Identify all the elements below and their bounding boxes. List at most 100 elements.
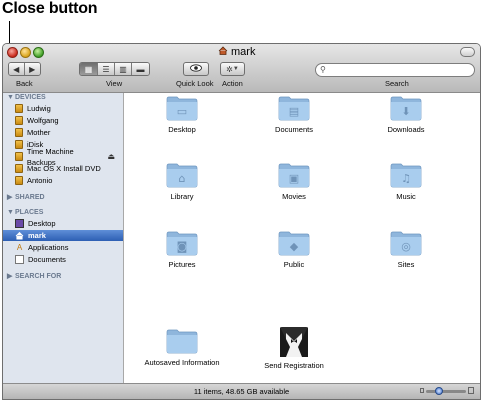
icon-view-button[interactable]: ▦	[80, 63, 98, 75]
sidebar-item-mark[interactable]: mark	[3, 230, 123, 241]
folder-label: Autosaved Information	[144, 358, 220, 367]
folder-item[interactable]: Autosaved Information	[132, 327, 232, 367]
folder-item[interactable]: ◆ Public	[254, 229, 334, 269]
column-view-button[interactable]: ▥	[115, 63, 132, 75]
sidebar-section-shared[interactable]: ▶ SHARED	[7, 193, 45, 201]
disclosure-triangle-icon: ▼	[7, 94, 14, 101]
quick-look-button[interactable]	[183, 62, 209, 76]
large-icon-size-icon	[468, 387, 474, 394]
folder-label: Sites	[397, 260, 415, 269]
close-button[interactable]	[7, 47, 18, 58]
view-mode-control: ▦ ☰ ▥ ▬	[79, 62, 150, 76]
back-button[interactable]: ◀	[9, 63, 25, 75]
forward-button[interactable]: ▶	[24, 63, 40, 75]
folder-label: Downloads	[387, 125, 425, 134]
sidebar-section-devices[interactable]: ▼DEVICES	[7, 94, 46, 101]
disclosure-triangle-icon: ▼	[7, 209, 14, 216]
folder-label: Movies	[282, 192, 306, 201]
coverflow-view-button[interactable]: ▬	[132, 63, 149, 75]
music-folder-icon: ♫	[366, 161, 446, 188]
title-bar: mark ◀ ▶ Back ▦ ☰ ▥ ▬ View Quick Look ✲ ▼…	[3, 44, 480, 93]
disclosure-triangle-icon: ▶	[7, 273, 13, 280]
window-title: mark	[218, 45, 255, 59]
folder-item[interactable]: ⌂ Library	[142, 161, 222, 201]
back-label: Back	[16, 79, 33, 88]
folder-label: Music	[396, 192, 416, 201]
sidebar-item-antonio[interactable]: Antonio	[15, 175, 119, 186]
svg-text:▣: ▣	[289, 172, 299, 185]
sidebar-section-search-for[interactable]: ▶ SEARCH FOR	[7, 272, 61, 280]
document-icon	[15, 255, 24, 264]
library-folder-icon: ⌂	[142, 161, 222, 188]
eye-icon	[190, 64, 202, 74]
folder-item[interactable]: ▭ Desktop	[142, 94, 222, 134]
home-icon	[15, 231, 24, 240]
slider-knob[interactable]	[435, 387, 443, 395]
folder-item[interactable]: ♫ Music	[366, 161, 446, 201]
sidebar-item-wolfgang[interactable]: Wolfgang	[15, 115, 119, 126]
desktop-icon	[15, 219, 24, 228]
svg-text:⌂: ⌂	[179, 172, 186, 185]
disclosure-triangle-icon: ▶	[7, 194, 13, 201]
icon-size-slider[interactable]	[420, 387, 474, 395]
small-icon-size-icon	[420, 388, 424, 393]
finder-window: mark ◀ ▶ Back ▦ ☰ ▥ ▬ View Quick Look ✲ ▼…	[2, 43, 481, 400]
pictures-folder-icon: ◙	[142, 229, 222, 256]
folder-label: Send Registration	[264, 361, 324, 370]
search-input[interactable]: ⚲	[315, 63, 475, 77]
search-icon: ⚲	[320, 65, 326, 74]
minimize-button[interactable]	[20, 47, 31, 58]
svg-text:♫: ♫	[401, 172, 411, 185]
folder-item[interactable]: ▤ Documents	[254, 94, 334, 134]
svg-text:◎: ◎	[401, 240, 411, 253]
icon-view-icon: ▦	[84, 64, 93, 74]
action-button[interactable]: ✲ ▼	[220, 62, 245, 76]
search-label: Search	[385, 79, 409, 88]
sidebar: ▼DEVICES Ludwig Wolfgang Mother iDisk Ti…	[3, 93, 124, 383]
folder-label: Desktop	[168, 125, 196, 134]
svg-text:◙: ◙	[177, 240, 188, 253]
forward-arrow-icon: ▶	[29, 64, 36, 74]
window-title-text: mark	[231, 46, 256, 58]
sidebar-item-desktop[interactable]: Desktop	[15, 218, 119, 229]
zoom-button[interactable]	[33, 47, 44, 58]
documents-folder-icon: ▤	[254, 94, 334, 121]
downloads-folder-icon: ⬇	[366, 94, 446, 121]
sidebar-item-applications[interactable]: A Applications	[15, 242, 119, 253]
svg-text:▭: ▭	[177, 105, 187, 118]
eject-icon[interactable]: ⏏	[107, 151, 115, 162]
toolbar-toggle-button[interactable]	[460, 47, 475, 57]
drive-icon	[15, 104, 23, 113]
folder-item[interactable]: ⬇ Downloads	[366, 94, 446, 134]
folder-icon	[132, 327, 232, 354]
status-bar: 11 items, 48.65 GB available	[3, 383, 480, 399]
svg-text:◆: ◆	[290, 240, 299, 253]
file-browser: ▭ Desktop ▤ Documents ⬇ Downloads ⌂ Library ▣ Mov…	[124, 93, 480, 383]
action-label: Action	[222, 79, 243, 88]
folder-item[interactable]: ◎ Sites	[366, 229, 446, 269]
sidebar-item-mother[interactable]: Mother	[15, 127, 119, 138]
desktop-folder-icon: ▭	[142, 94, 222, 121]
sidebar-item-time-machine-backups[interactable]: Time Machine Backups ⏏	[15, 147, 119, 167]
folder-label: Public	[283, 260, 305, 269]
column-view-icon: ▥	[119, 64, 127, 74]
sidebar-item-documents[interactable]: Documents	[15, 254, 119, 265]
sidebar-item-ludwig[interactable]: Ludwig	[15, 103, 119, 114]
quick-look-label: Quick Look	[176, 79, 214, 88]
folder-item[interactable]: Send Registration	[244, 327, 344, 370]
sites-folder-icon: ◎	[366, 229, 446, 256]
close-button-annotation: Close button	[2, 0, 98, 17]
folder-item[interactable]: ◙ Pictures	[142, 229, 222, 269]
view-label: View	[106, 79, 123, 88]
dvd-icon	[15, 164, 23, 173]
sidebar-section-places[interactable]: ▼PLACES	[7, 209, 43, 216]
sidebar-item-install-dvd[interactable]: Mac OS X Install DVD	[15, 163, 119, 174]
drive-icon	[15, 128, 23, 137]
drive-icon	[15, 116, 23, 125]
back-arrow-icon: ◀	[13, 64, 20, 74]
drive-icon	[15, 152, 23, 161]
folder-label: Pictures	[168, 260, 196, 269]
folder-item[interactable]: ▣ Movies	[254, 161, 334, 201]
coverflow-view-icon: ▬	[136, 64, 145, 74]
list-view-button[interactable]: ☰	[98, 63, 115, 75]
